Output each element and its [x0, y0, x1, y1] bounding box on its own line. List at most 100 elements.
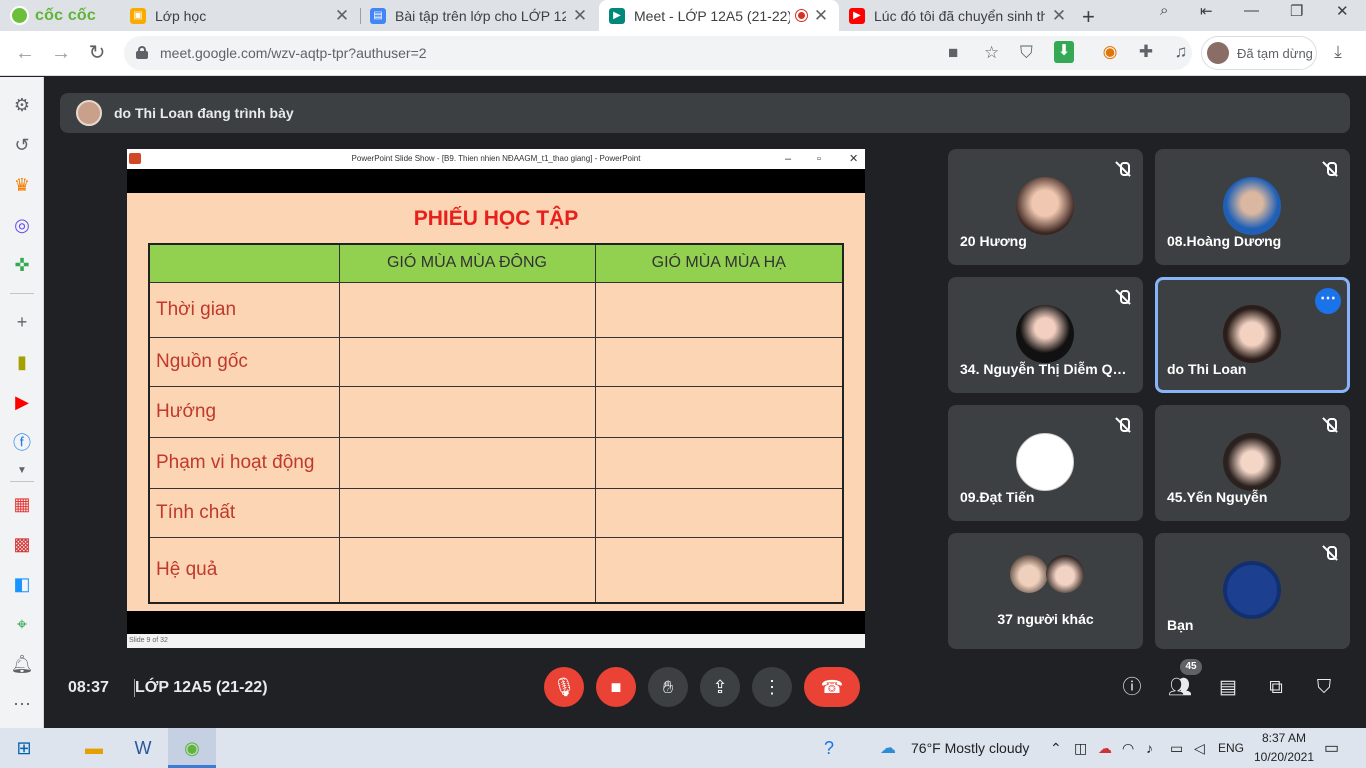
system-time[interactable]: 8:37 AM	[1255, 731, 1313, 745]
cell	[338, 436, 596, 489]
close-icon[interactable]: ✕	[813, 6, 829, 26]
volume-icon[interactable]: ◁	[1194, 740, 1205, 757]
meet-area: do Thi Loan đang trình bày PowerPoint Sl…	[44, 77, 1366, 728]
cloud-error-icon[interactable]: ☁	[1098, 740, 1112, 757]
end-call-icon[interactable]: ☎︎	[804, 667, 860, 707]
chevron-down-icon[interactable]: ▼	[9, 457, 35, 483]
map-pin-icon[interactable]: ⌖	[9, 611, 35, 637]
language-indicator[interactable]: ENG	[1218, 741, 1244, 755]
notifications-center-icon[interactable]: ▭	[1324, 738, 1339, 758]
tab-search-icon[interactable]: ⌕	[1160, 2, 1168, 19]
battery-icon[interactable]: ▭	[1170, 740, 1183, 757]
row-label: Phạm vi hoạt động	[148, 436, 340, 489]
close-icon[interactable]: ✕	[334, 6, 350, 26]
address-bar[interactable]: meet.google.com/wzv-aqtp-tpr?authuser=2 …	[124, 36, 1192, 70]
crown-icon[interactable]: ♛	[9, 172, 35, 198]
microphone-icon[interactable]: ♪	[1146, 740, 1153, 756]
cell	[338, 385, 596, 438]
participant-tile[interactable]: 34. Nguyễn Thị Diễm Qu…	[948, 277, 1143, 393]
more-icon[interactable]: ⋯	[9, 691, 35, 717]
shield-icon[interactable]: ⛉	[1020, 43, 1033, 63]
participant-tile[interactable]: 08.Hoàng Dương	[1155, 149, 1350, 265]
more-options-icon[interactable]: ⋮	[752, 667, 792, 707]
cell	[594, 487, 844, 538]
windows-start-icon[interactable]: ⊞	[12, 736, 36, 760]
url-text[interactable]: meet.google.com/wzv-aqtp-tpr?authuser=2	[160, 45, 427, 61]
wifi-icon[interactable]: ◠	[1122, 740, 1134, 757]
weather-icon: ☁	[880, 740, 896, 757]
forward-icon[interactable]: →	[48, 40, 74, 66]
downloads-icon[interactable]: ⤓	[1327, 42, 1349, 62]
weather-text[interactable]: 76°F Mostly cloudy	[911, 740, 1029, 756]
raise-hand-icon[interactable]: ✋︎	[648, 667, 688, 707]
meet-tray-icon[interactable]: ◫	[1074, 740, 1087, 757]
coccoc-extension-icon[interactable]: ◉	[1099, 42, 1121, 62]
camera-off-icon[interactable]: ■	[596, 667, 636, 707]
settings-icon[interactable]: ⚙	[9, 92, 35, 118]
tab-youtube[interactable]: ▶ Lúc đó tôi đã chuyển sinh thà ✕	[839, 0, 1077, 31]
shopee-icon[interactable]: ▦	[9, 491, 35, 517]
participant-tile[interactable]: 45.Yến Nguyễn	[1155, 405, 1350, 521]
people-icon[interactable]: 👥︎	[1168, 676, 1192, 700]
sidebar-divider	[10, 293, 34, 294]
cell	[338, 336, 596, 387]
playlist-icon[interactable]: ♫	[1170, 42, 1192, 62]
tab-meet[interactable]: ▶ Meet - LỚP 12A5 (21-22) ✕	[599, 0, 839, 31]
host-controls-icon[interactable]: ⛉	[1312, 676, 1336, 700]
word-icon[interactable]: W	[131, 736, 155, 760]
cell	[594, 385, 844, 438]
close-icon[interactable]: ✕	[1051, 6, 1067, 26]
row-label: Hướng	[148, 385, 340, 438]
bookmark-star-icon[interactable]: ☆	[984, 43, 999, 63]
present-screen-icon[interactable]: ⇪	[700, 667, 740, 707]
tiki-icon[interactable]: ◧	[9, 571, 35, 597]
facebook-icon[interactable]: ⓕ	[9, 429, 35, 455]
chevron-up-icon[interactable]: ⌃	[1050, 740, 1062, 757]
tab-title: Lúc đó tôi đã chuyển sinh thà	[874, 7, 1045, 24]
powerpoint-icon	[129, 153, 141, 164]
notes-icon[interactable]: ▮	[9, 349, 35, 375]
browser-brand[interactable]: cốc cốc	[0, 0, 112, 31]
notifications-icon[interactable]: 🔔︎	[9, 651, 35, 677]
back-icon[interactable]: ←	[12, 40, 38, 66]
file-explorer-icon[interactable]: ▬	[82, 736, 106, 760]
restore-icon[interactable]: ❐	[1290, 2, 1303, 20]
download-icon[interactable]: ⬇	[1054, 41, 1074, 63]
back-history-icon[interactable]: ⇤	[1200, 2, 1213, 20]
tab-bai-tap[interactable]: ▤ Bài tập trên lớp cho LỚP 12A ✕	[360, 0, 598, 31]
activities-icon[interactable]: ⧉	[1264, 676, 1288, 700]
system-date[interactable]: 10/20/2021	[1252, 750, 1316, 764]
cell	[594, 436, 844, 489]
help-icon[interactable]: ?	[817, 736, 841, 760]
window-close-icon[interactable]: ✕	[1336, 2, 1349, 20]
participant-tile-presenter[interactable]: ⋯ do Thi Loan	[1155, 277, 1350, 393]
youtube-icon[interactable]: ▶	[9, 389, 35, 415]
history-icon[interactable]: ↺	[9, 132, 35, 158]
close-icon[interactable]: ✕	[572, 6, 588, 26]
self-tile[interactable]: Bạn	[1155, 533, 1350, 649]
more-options-icon[interactable]: ⋯	[1315, 288, 1341, 314]
minimize-icon[interactable]: —	[1244, 2, 1259, 19]
participant-tile[interactable]: 09.Đạt Tiến	[948, 405, 1143, 521]
powerpoint-titlebar: PowerPoint Slide Show - [B9. Thien nhien…	[127, 149, 865, 169]
coccoc-taskbar-icon[interactable]: ◉	[180, 736, 204, 760]
participant-name: Bạn	[1167, 617, 1194, 633]
meeting-info-icon[interactable]: ⓘ	[1120, 676, 1144, 700]
tab-lop-hoc[interactable]: ▣ Lớp học ✕	[120, 0, 360, 31]
tab-title: Bài tập trên lớp cho LỚP 12A	[395, 7, 566, 24]
reload-icon[interactable]: ↻	[84, 40, 110, 66]
add-icon[interactable]: +	[9, 309, 35, 335]
mic-off-icon[interactable]: 🎙︎	[544, 667, 584, 707]
profile-button[interactable]: Đã tạm dừng	[1201, 36, 1317, 70]
messenger-icon[interactable]: ◎	[9, 212, 35, 238]
chat-icon[interactable]: ▤	[1216, 676, 1240, 700]
vtv-icon[interactable]: ▩	[9, 531, 35, 557]
camera-icon[interactable]: ■	[948, 43, 958, 63]
participant-tile[interactable]: 20 Hương	[948, 149, 1143, 265]
row-label: Nguồn gốc	[148, 336, 340, 387]
extensions-icon[interactable]: ✚	[1135, 42, 1157, 62]
others-tile[interactable]: 37 người khác	[948, 533, 1143, 649]
new-tab-icon[interactable]: +	[1082, 4, 1095, 30]
game-icon[interactable]: ✜	[9, 252, 35, 278]
lock-icon	[136, 46, 148, 59]
